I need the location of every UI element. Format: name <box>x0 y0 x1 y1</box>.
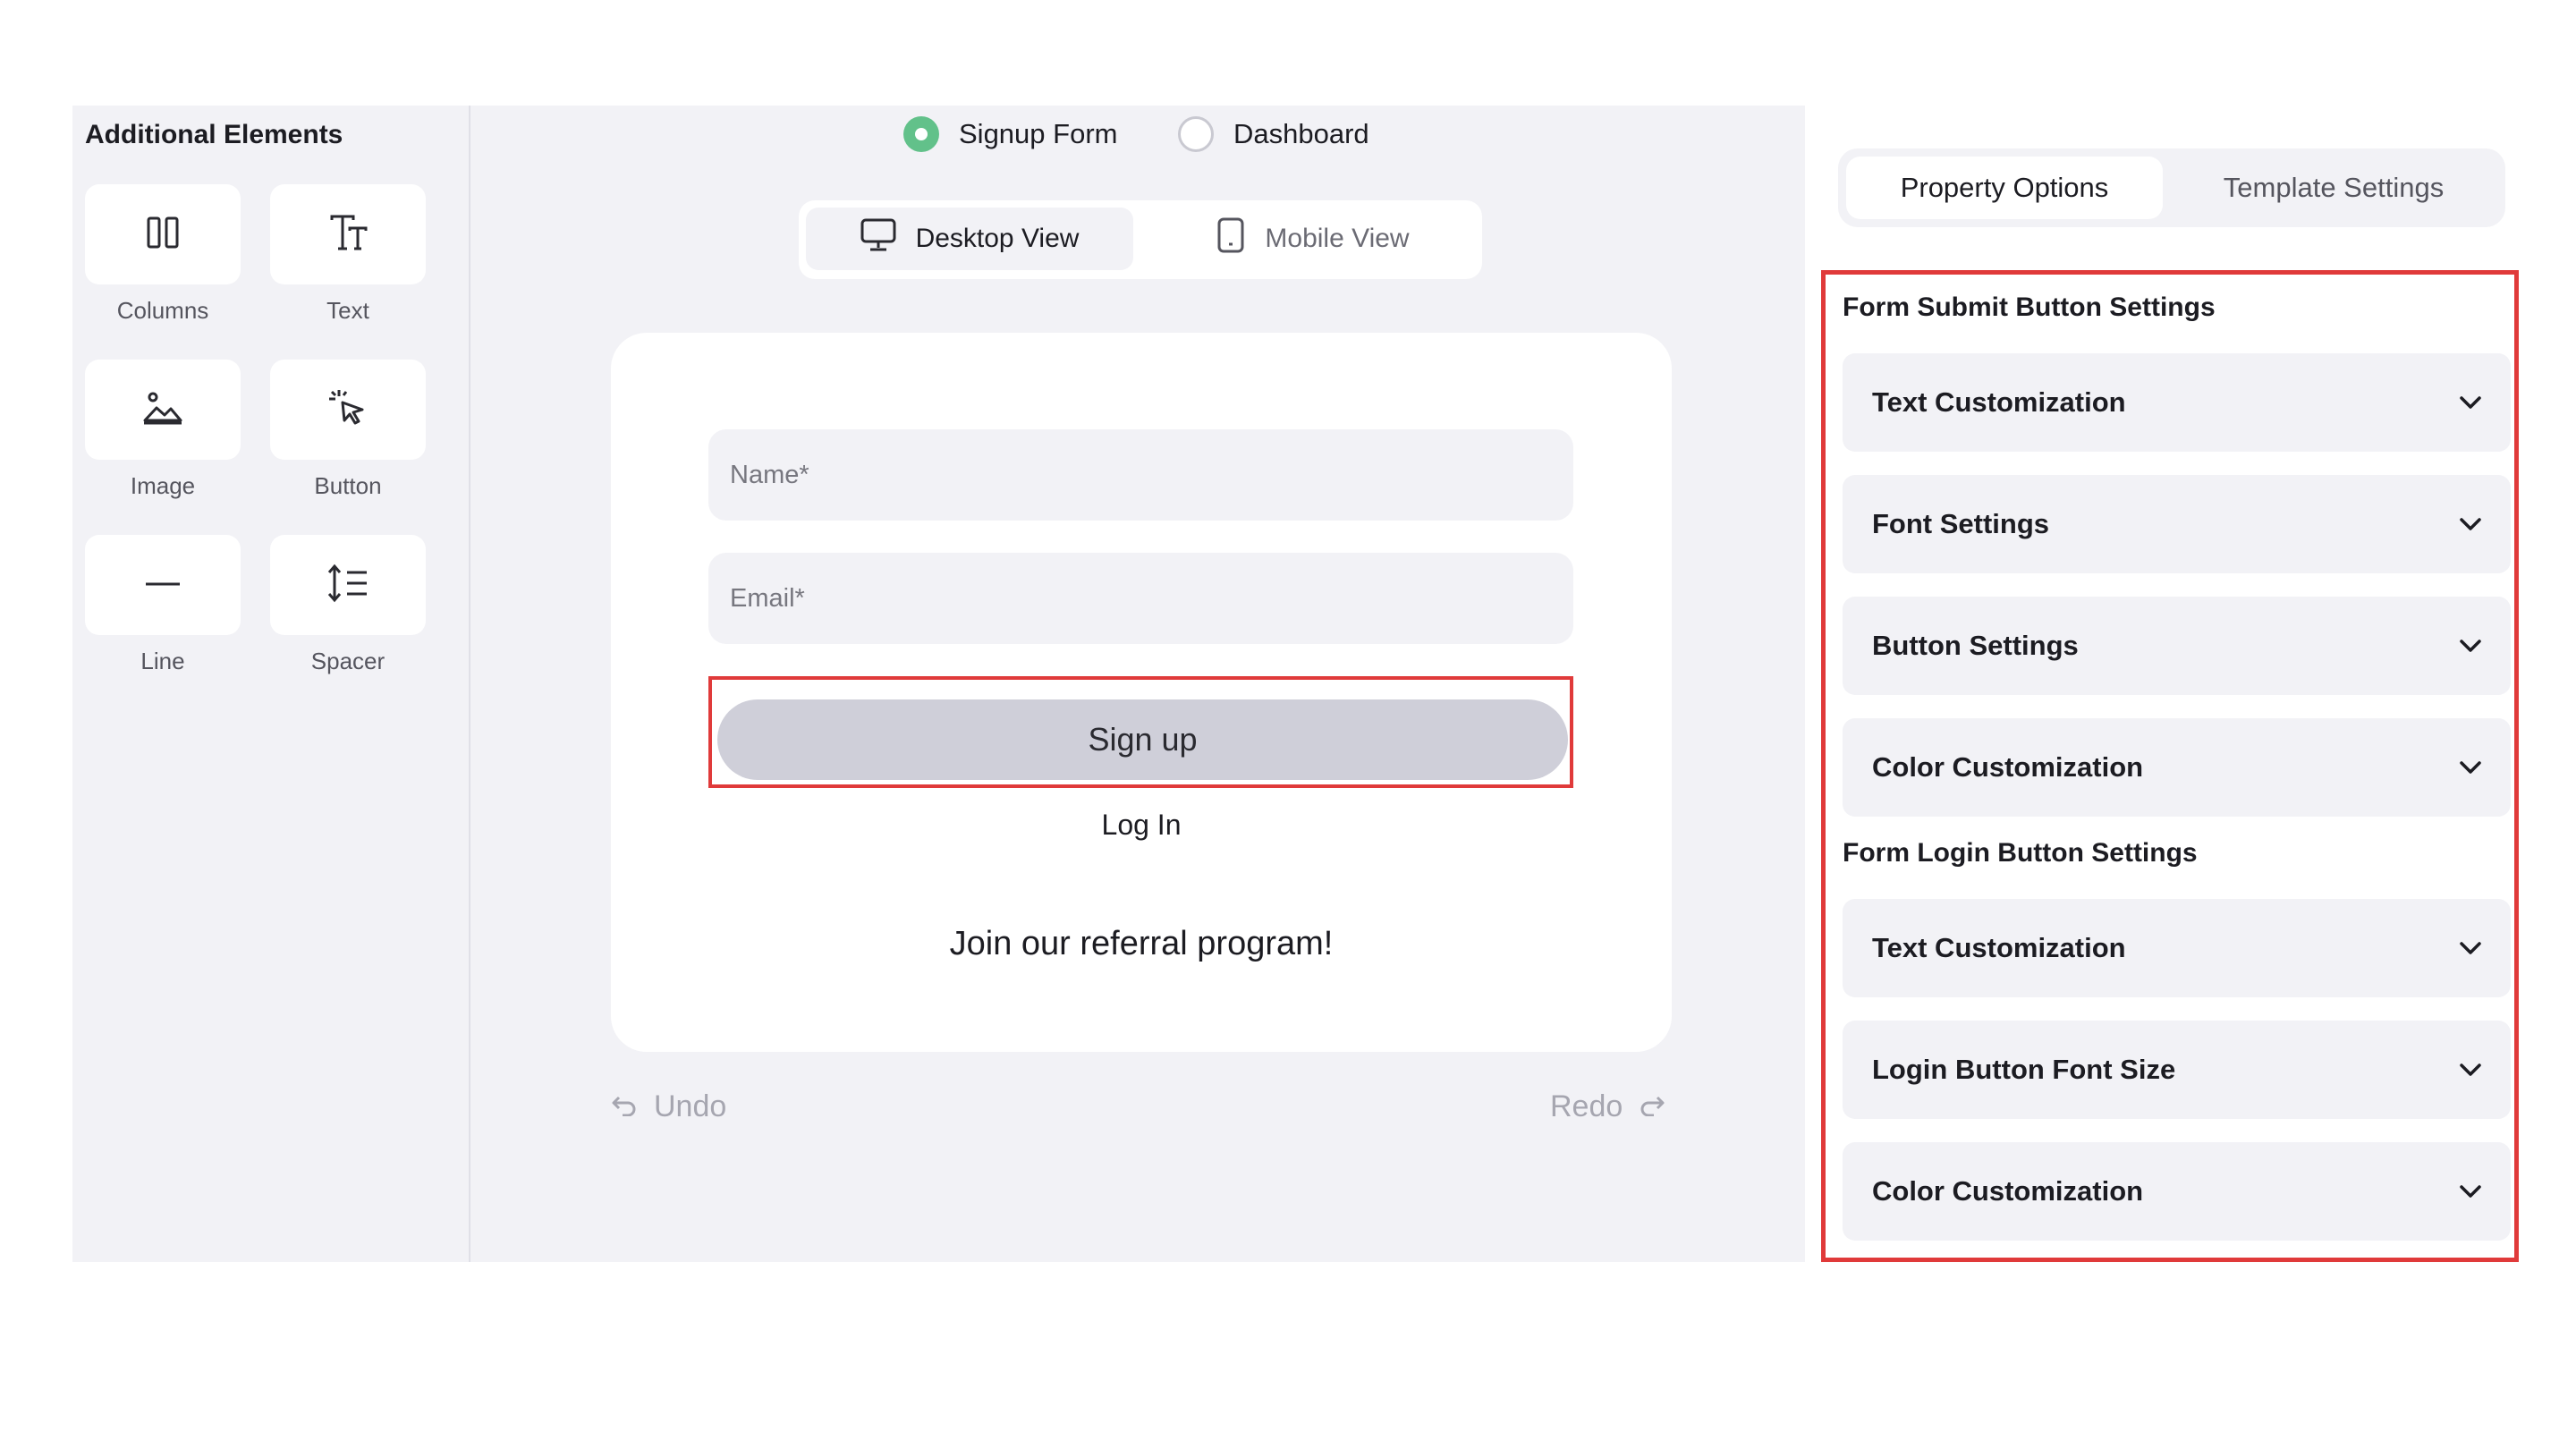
accordion-label: Color Customization <box>1872 1175 2144 1207</box>
redo-label: Redo <box>1550 1089 1623 1123</box>
mobile-icon <box>1216 217 1245 260</box>
accordion-label: Text Customization <box>1872 932 2126 963</box>
settings-highlight-box: Form Submit Button Settings Text Customi… <box>1821 270 2519 1262</box>
accordion-label: Login Button Font Size <box>1872 1054 2176 1085</box>
signup-form-card: Sign up Log In Join our referral program… <box>611 333 1672 1052</box>
accordion-label: Button Settings <box>1872 630 2079 661</box>
desktop-view-button[interactable]: Desktop View <box>806 208 1133 270</box>
image-icon <box>142 390 183 430</box>
undo-button[interactable]: Undo <box>611 1089 726 1124</box>
desktop-view-label: Desktop View <box>915 224 1080 253</box>
chevron-down-icon <box>2457 1056 2484 1083</box>
element-label-image: Image <box>130 472 196 499</box>
radio-selected-icon <box>903 116 939 152</box>
element-label-spacer: Spacer <box>310 648 386 674</box>
property-tabs: Property Options Template Settings <box>1838 148 2505 227</box>
undo-icon <box>611 1089 638 1124</box>
mobile-view-label: Mobile View <box>1265 224 1410 253</box>
accordion-label: Text Customization <box>1872 386 2126 418</box>
canvas-area: Signup Form Dashboard Desktop View Mobil… <box>470 106 1805 1262</box>
redo-icon <box>1639 1089 1665 1124</box>
selected-element-outline: Sign up <box>708 676 1573 788</box>
chevron-down-icon <box>2457 1178 2484 1205</box>
element-card-spacer[interactable] <box>270 535 426 635</box>
section-title-submit: Form Submit Button Settings <box>1843 292 2216 322</box>
undo-label: Undo <box>654 1089 727 1123</box>
accordion-font-settings[interactable]: Font Settings <box>1843 475 2511 573</box>
section-title-login: Form Login Button Settings <box>1843 838 2198 868</box>
name-input[interactable] <box>708 429 1573 521</box>
accordion-label: Color Customization <box>1872 751 2144 783</box>
chevron-down-icon <box>2457 632 2484 659</box>
chevron-down-icon <box>2457 935 2484 962</box>
element-card-text[interactable] <box>270 184 426 284</box>
element-label-columns: Columns <box>116 297 209 324</box>
radio-signup-form[interactable]: Signup Form <box>903 116 1117 152</box>
chevron-down-icon <box>2457 511 2484 538</box>
referral-text[interactable]: Join our referral program! <box>611 925 1672 963</box>
columns-icon <box>145 215 181 255</box>
element-card-button[interactable] <box>270 360 426 460</box>
view-toggle: Desktop View Mobile View <box>799 200 1482 279</box>
accordion-login-text-customization[interactable]: Text Customization <box>1843 899 2511 997</box>
text-icon <box>326 211 369 258</box>
tab-template-settings[interactable]: Template Settings <box>2171 157 2496 219</box>
monitor-icon <box>860 218 896 259</box>
radio-unselected-icon <box>1178 116 1214 152</box>
cursor-click-icon <box>326 386 369 434</box>
accordion-login-color-customization[interactable]: Color Customization <box>1843 1142 2511 1241</box>
accordion-text-customization[interactable]: Text Customization <box>1843 353 2511 452</box>
spacer-icon <box>326 564 370 607</box>
page-selector: Signup Form Dashboard <box>470 116 1805 170</box>
element-card-image[interactable] <box>85 360 241 460</box>
accordion-color-customization[interactable]: Color Customization <box>1843 718 2511 817</box>
redo-button[interactable]: Redo <box>1550 1089 1665 1124</box>
mobile-view-button[interactable]: Mobile View <box>1149 208 1477 270</box>
element-label-button: Button <box>314 472 382 499</box>
tab-property-options[interactable]: Property Options <box>1846 157 2163 219</box>
email-input[interactable] <box>708 553 1573 644</box>
accordion-label: Font Settings <box>1872 508 2050 539</box>
radio-label: Signup Form <box>959 118 1118 149</box>
sign-up-button[interactable]: Sign up <box>717 699 1568 780</box>
element-label-line: Line <box>140 648 185 674</box>
element-card-columns[interactable] <box>85 184 241 284</box>
radio-label: Dashboard <box>1233 118 1369 149</box>
panel-title: Additional Elements <box>85 120 343 149</box>
additional-elements-panel: Additional Elements Columns Text Image B… <box>72 106 470 1262</box>
chevron-down-icon <box>2457 754 2484 781</box>
accordion-button-settings[interactable]: Button Settings <box>1843 597 2511 695</box>
element-label-text: Text <box>326 297 369 324</box>
log-in-link[interactable]: Log In <box>611 809 1672 842</box>
accordion-login-button-font-size[interactable]: Login Button Font Size <box>1843 1021 2511 1119</box>
radio-dashboard[interactable]: Dashboard <box>1178 116 1369 152</box>
chevron-down-icon <box>2457 389 2484 416</box>
line-icon <box>144 577 182 593</box>
element-card-line[interactable] <box>85 535 241 635</box>
